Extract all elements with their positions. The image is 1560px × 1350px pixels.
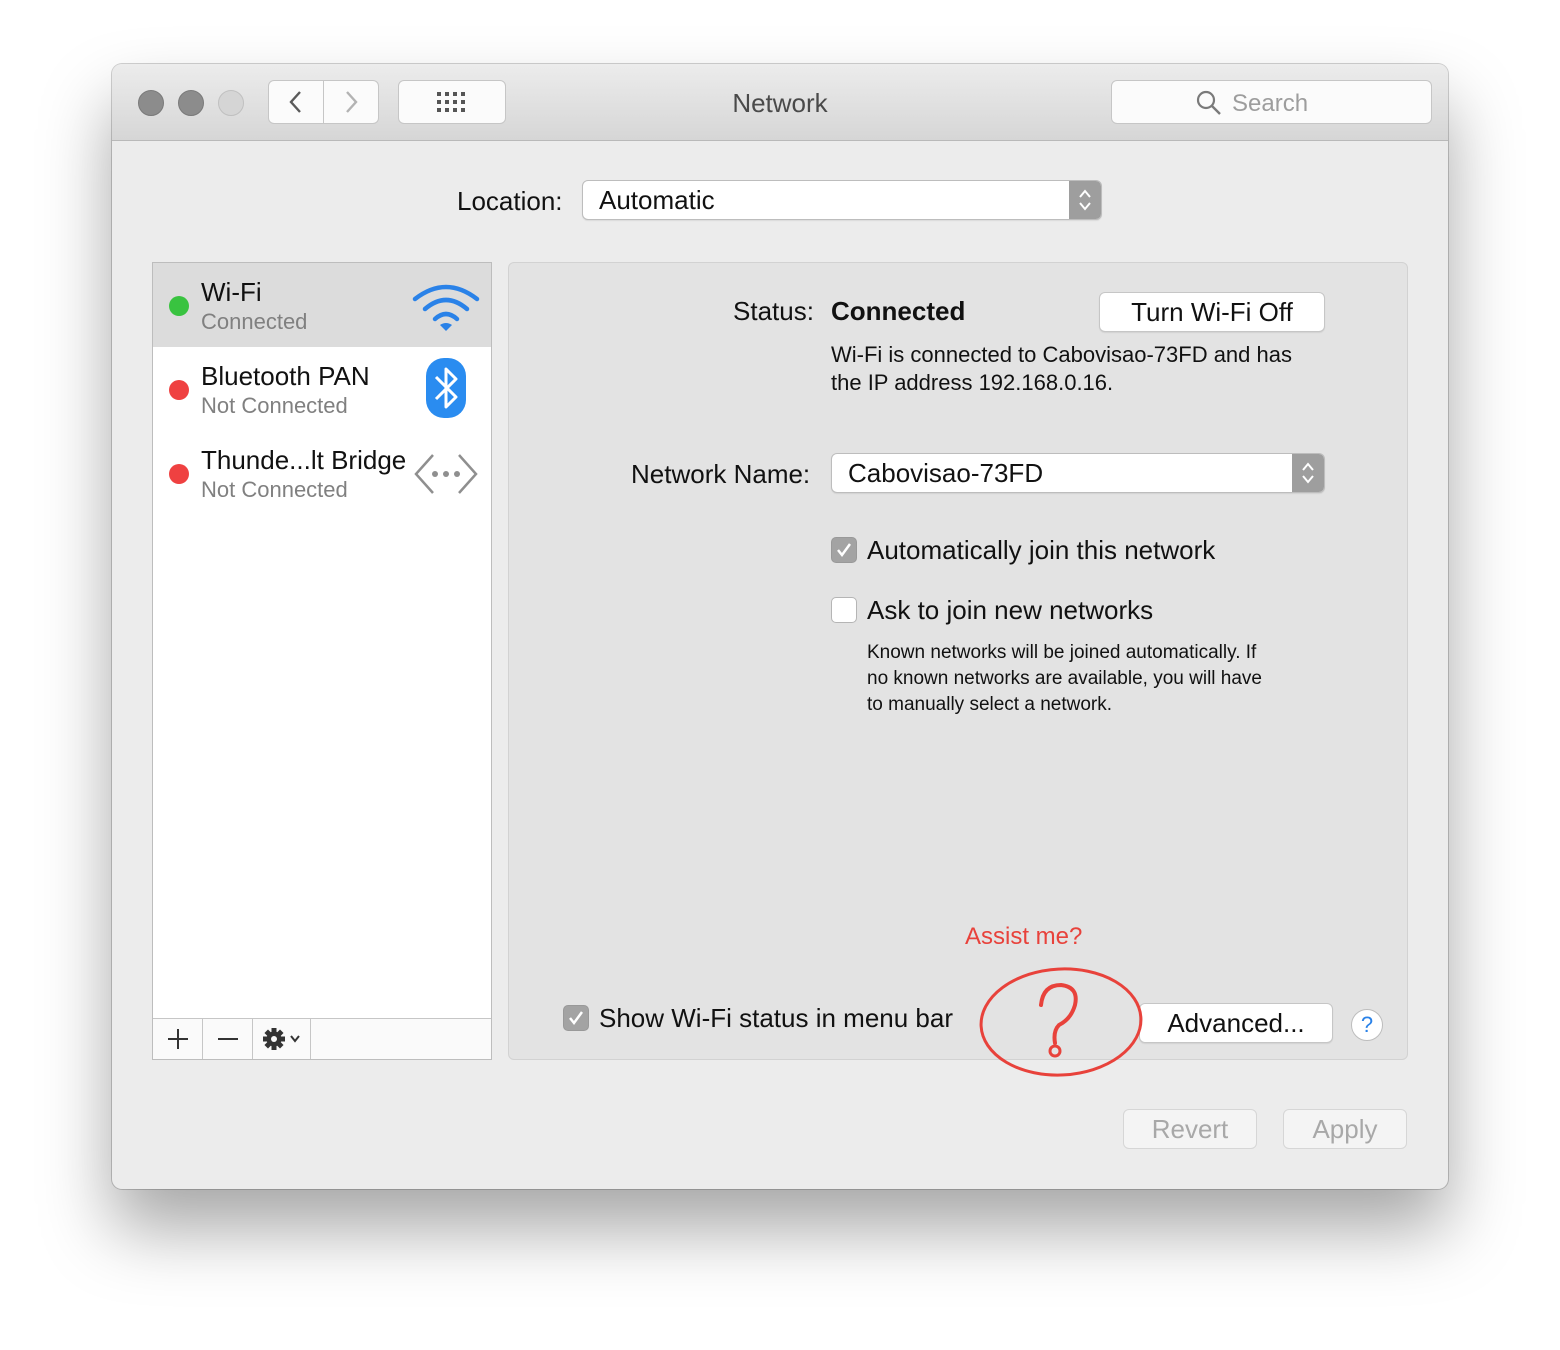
ask-join-checkbox[interactable] [831, 597, 857, 623]
popup-stepper-icon [1069, 181, 1101, 219]
ask-join-help-line1: Known networks will be joined automatica… [867, 642, 1257, 663]
turn-wifi-off-button[interactable]: Turn Wi-Fi Off [1099, 292, 1325, 332]
popup-stepper-icon [1292, 454, 1324, 492]
apply-button[interactable]: Apply [1283, 1109, 1407, 1149]
status-indicator [169, 380, 189, 400]
ask-join-label: Ask to join new networks [867, 595, 1154, 625]
auto-join-checkbox[interactable] [831, 537, 857, 563]
status-value: Connected [831, 296, 966, 326]
service-detail-panel: Status: Connected Turn Wi-Fi Off Wi-Fi i… [508, 262, 1408, 1077]
checkmark-icon [837, 543, 852, 558]
service-status: Not Connected [201, 477, 348, 502]
network-name-popup[interactable]: Cabovisao-73FD [831, 453, 1325, 493]
thunderbolt-bridge-icon [414, 454, 478, 494]
service-name: Wi-Fi [201, 277, 262, 307]
wifi-icon [412, 284, 480, 331]
service-status: Not Connected [201, 393, 348, 418]
add-service-button[interactable] [153, 1019, 203, 1059]
search-icon [1196, 90, 1221, 115]
network-name-label: Network Name: [631, 459, 811, 489]
title-bar: Network Search [112, 64, 1448, 141]
question-mark-annotation-icon [979, 967, 1143, 1077]
ask-join-help-line3: to manually select a network. [867, 694, 1113, 715]
help-button[interactable]: ? [1351, 1009, 1383, 1041]
service-list: Wi-Fi Connected Bluetooth PAN Not Connec… [152, 262, 492, 1060]
location-label: Location: [457, 186, 563, 216]
show-status-label: Show Wi-Fi status in menu bar [599, 1003, 954, 1033]
action-menu-button[interactable] [253, 1019, 311, 1059]
service-item-wifi[interactable]: Wi-Fi Connected [153, 263, 491, 347]
location-popup[interactable]: Automatic [582, 180, 1102, 220]
remove-service-button[interactable] [203, 1019, 253, 1059]
gear-icon [262, 1028, 300, 1050]
assist-me-link[interactable]: Assist me? [965, 923, 1082, 951]
service-item-bluetooth-pan[interactable]: Bluetooth PAN Not Connected [153, 347, 491, 431]
service-list-toolbar [153, 1018, 491, 1059]
bluetooth-icon [426, 358, 466, 418]
search-placeholder: Search [1232, 90, 1309, 117]
revert-button[interactable]: Revert [1123, 1109, 1257, 1149]
service-item-thunderbolt-bridge[interactable]: Thunde...lt Bridge Not Connected [153, 431, 491, 515]
auto-join-label: Automatically join this network [867, 535, 1216, 565]
status-indicator [169, 296, 189, 316]
minus-icon [217, 1038, 238, 1040]
plus-icon [167, 1029, 188, 1049]
advanced-button[interactable]: Advanced... [1139, 1003, 1333, 1043]
show-status-checkbox[interactable] [563, 1005, 589, 1031]
network-preferences-window: Network Search Location: Automatic Wi-Fi… [112, 64, 1448, 1189]
status-indicator [169, 464, 189, 484]
checkmark-icon [569, 1011, 584, 1026]
service-name: Thunde...lt Bridge [201, 445, 407, 475]
service-status: Connected [201, 309, 308, 334]
service-name: Bluetooth PAN [201, 361, 370, 391]
search-field[interactable]: Search [1111, 80, 1432, 124]
status-label: Status: [733, 296, 814, 326]
connection-description-line2: the IP address 192.168.0.16. [831, 370, 1114, 395]
location-value: Automatic [599, 185, 715, 215]
ask-join-help-line2: no known networks are available, you wil… [867, 668, 1262, 689]
connection-description-line1: Wi-Fi is connected to Cabovisao-73FD and… [831, 342, 1292, 367]
network-name-value: Cabovisao-73FD [848, 458, 1044, 488]
